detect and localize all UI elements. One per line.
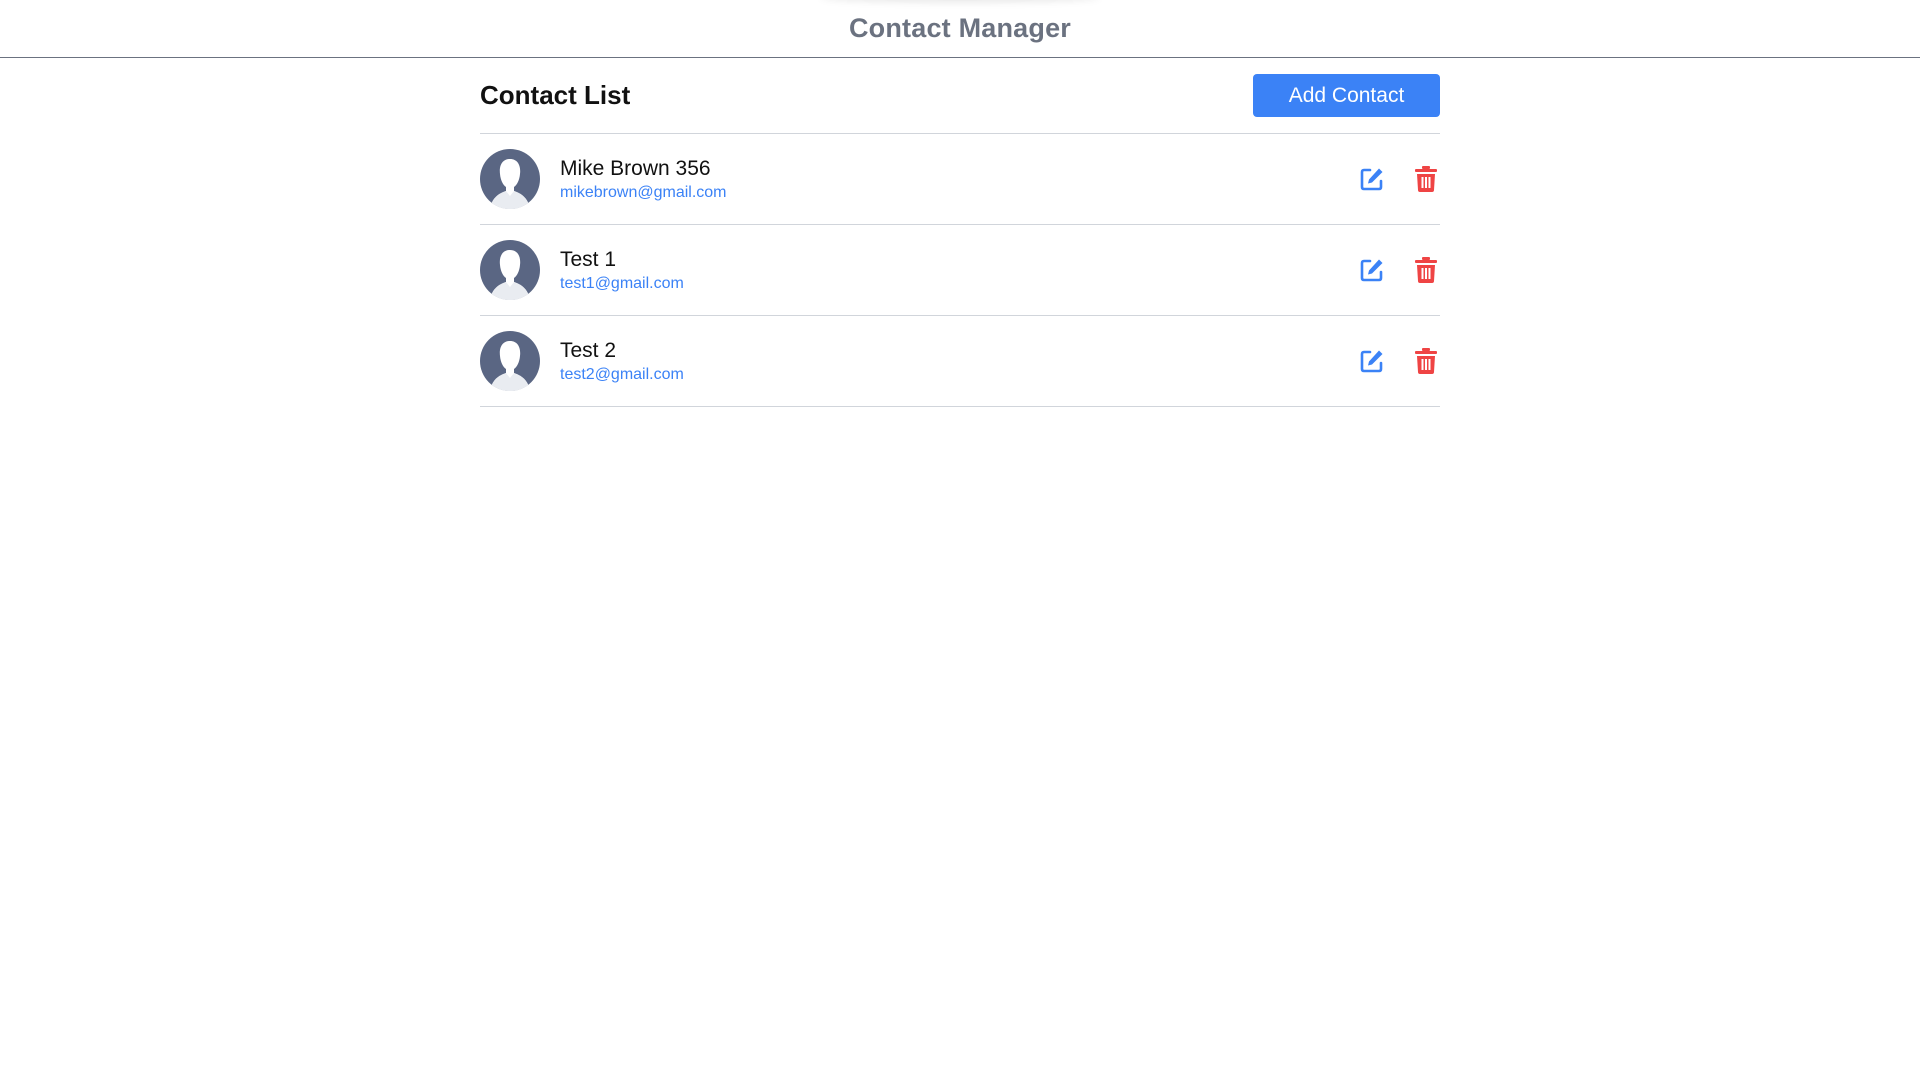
contact-list-container: Contact List Add Contact Mike Brown 356 … bbox=[480, 58, 1440, 407]
edit-icon bbox=[1360, 350, 1383, 373]
contact-email[interactable]: mikebrown@gmail.com bbox=[560, 183, 1358, 203]
contact-info: Test 1 test1@gmail.com bbox=[560, 247, 1358, 294]
contact-name: Mike Brown 356 bbox=[560, 156, 711, 180]
contact-email[interactable]: test2@gmail.com bbox=[560, 365, 1358, 385]
trash-icon bbox=[1415, 166, 1437, 192]
page-title: Contact List bbox=[480, 80, 631, 110]
contact-info: Mike Brown 356 mikebrown@gmail.com bbox=[560, 156, 1358, 203]
row-actions bbox=[1358, 347, 1440, 375]
contact-name: Test 1 bbox=[560, 247, 617, 271]
edit-button[interactable] bbox=[1358, 347, 1386, 375]
list-header: Contact List Add Contact bbox=[480, 58, 1440, 134]
trash-icon bbox=[1415, 348, 1437, 374]
row-actions bbox=[1358, 165, 1440, 193]
edit-button[interactable] bbox=[1358, 165, 1386, 193]
avatar bbox=[480, 331, 540, 391]
contact-row: Test 2 test2@gmail.com bbox=[480, 316, 1440, 407]
contact-name: Test 2 bbox=[560, 338, 617, 362]
edit-icon bbox=[1360, 259, 1383, 282]
delete-button[interactable] bbox=[1412, 165, 1440, 193]
app-title: Contact Manager bbox=[848, 12, 1072, 43]
avatar bbox=[480, 240, 540, 300]
edit-icon bbox=[1360, 168, 1383, 191]
row-actions bbox=[1358, 256, 1440, 284]
user-silhouette-icon bbox=[480, 240, 540, 300]
avatar bbox=[480, 149, 540, 209]
delete-button[interactable] bbox=[1412, 256, 1440, 284]
app-header: Contact Manager bbox=[0, 0, 1920, 58]
contact-info: Test 2 test2@gmail.com bbox=[560, 338, 1358, 385]
add-contact-button[interactable]: Add Contact bbox=[1253, 74, 1440, 117]
edit-button[interactable] bbox=[1358, 256, 1386, 284]
user-silhouette-icon bbox=[480, 149, 540, 209]
contact-row: Test 1 test1@gmail.com bbox=[480, 225, 1440, 316]
delete-button[interactable] bbox=[1412, 347, 1440, 375]
trash-icon bbox=[1415, 257, 1437, 283]
contact-row: Mike Brown 356 mikebrown@gmail.com bbox=[480, 134, 1440, 225]
user-silhouette-icon bbox=[480, 331, 540, 391]
contact-email[interactable]: test1@gmail.com bbox=[560, 274, 1358, 294]
